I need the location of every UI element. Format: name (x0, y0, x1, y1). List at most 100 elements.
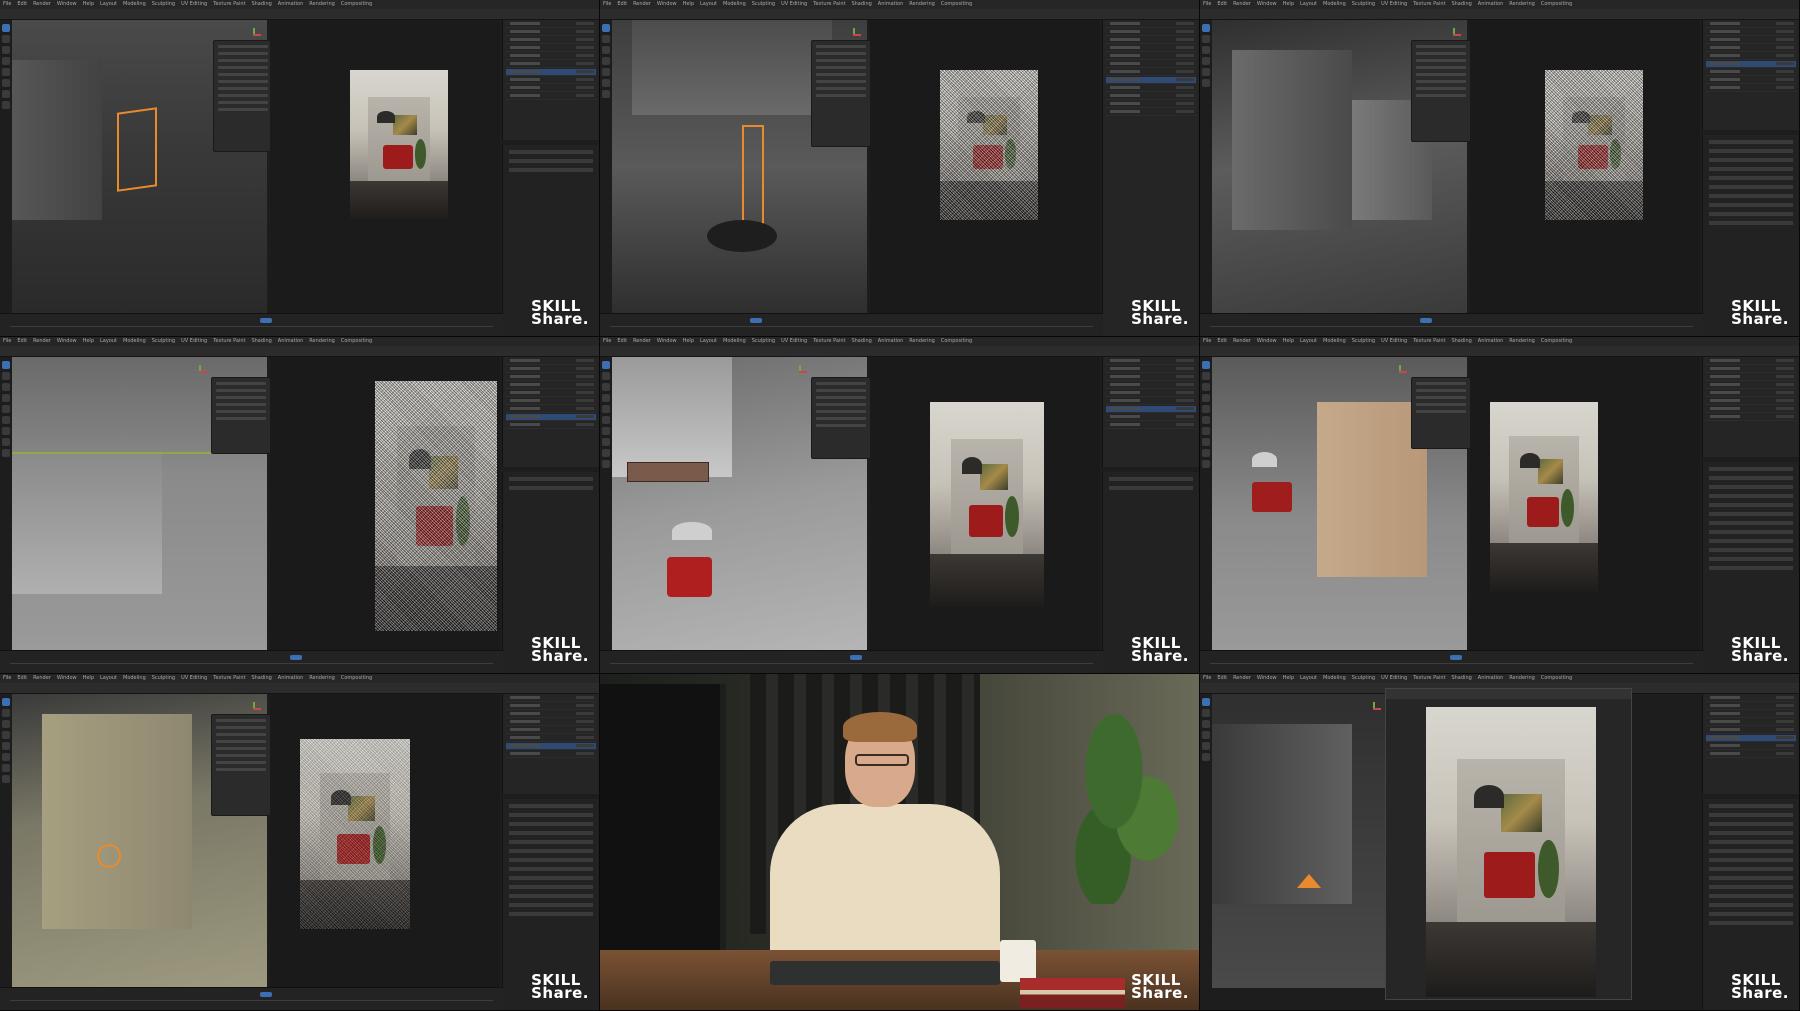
menu-item[interactable]: Edit (1217, 1, 1227, 7)
red-chair[interactable] (1252, 482, 1292, 512)
menu-item[interactable]: Compositing (341, 338, 372, 344)
menu-item[interactable]: Compositing (341, 1, 372, 7)
menu-item[interactable]: Rendering (309, 338, 335, 344)
3d-viewport[interactable] (1212, 20, 1471, 314)
menu-item[interactable]: Window (657, 1, 677, 7)
menu-item[interactable]: Modeling (723, 1, 746, 7)
menu-item[interactable]: Texture Paint (213, 675, 245, 681)
menu-item[interactable]: UV Editing (1381, 675, 1407, 681)
menu-item[interactable]: UV Editing (781, 338, 807, 344)
tool-shelf[interactable] (2, 24, 11, 244)
tool-shelf[interactable] (602, 361, 611, 581)
menu-item[interactable]: Render (33, 1, 51, 7)
menu-item[interactable]: Rendering (309, 1, 335, 7)
menu-item[interactable]: File (1203, 338, 1211, 344)
menu-item[interactable]: Sculpting (1352, 675, 1375, 681)
render-window[interactable] (1385, 688, 1632, 1000)
playhead[interactable] (1420, 318, 1432, 323)
outliner[interactable] (1102, 20, 1199, 336)
menu-item[interactable]: Window (1257, 675, 1277, 681)
menu-item[interactable]: Modeling (723, 338, 746, 344)
menu-item[interactable]: Help (1283, 675, 1294, 681)
menu-item[interactable]: File (3, 1, 11, 7)
menu-item[interactable]: Modeling (123, 675, 146, 681)
menu-item[interactable]: Rendering (909, 338, 935, 344)
menu-item[interactable]: Layout (100, 338, 117, 344)
menu-item[interactable]: Layout (700, 1, 717, 7)
camera-object-icon[interactable] (1297, 874, 1321, 888)
timeline[interactable] (0, 313, 503, 336)
playhead[interactable] (290, 655, 302, 660)
tool-shelf[interactable] (1202, 698, 1211, 918)
menu-item[interactable]: Layout (1300, 675, 1317, 681)
menu-item[interactable]: UV Editing (181, 675, 207, 681)
menu-item[interactable]: Edit (17, 1, 27, 7)
menu-item[interactable]: UV Editing (181, 338, 207, 344)
outliner[interactable] (1702, 20, 1799, 130)
menu-item[interactable]: Shading (1451, 675, 1471, 681)
tool-shelf[interactable] (2, 698, 11, 918)
outliner[interactable] (1102, 357, 1199, 467)
menu-item[interactable]: Window (57, 338, 77, 344)
menu-item[interactable]: Render (33, 675, 51, 681)
timeline[interactable] (600, 650, 1103, 673)
menu-item[interactable]: Compositing (941, 1, 972, 7)
timeline[interactable] (0, 987, 503, 1010)
menu-item[interactable]: Layout (700, 338, 717, 344)
menu-item[interactable]: Window (1257, 338, 1277, 344)
menu-item[interactable]: Modeling (1323, 675, 1346, 681)
menu-item[interactable]: Rendering (309, 675, 335, 681)
menu-item[interactable]: Animation (278, 338, 304, 344)
navigation-gizmo-icon[interactable] (793, 365, 807, 379)
menu-item[interactable]: Modeling (1323, 338, 1346, 344)
menu-item[interactable]: Shading (1451, 338, 1471, 344)
playhead[interactable] (1450, 655, 1462, 660)
menu-item[interactable]: Modeling (123, 338, 146, 344)
menu-item[interactable]: Compositing (341, 675, 372, 681)
menu-item[interactable]: Animation (878, 338, 904, 344)
menu-item[interactable]: Shading (1451, 1, 1471, 7)
menu-item[interactable]: Help (683, 1, 694, 7)
menu-item[interactable]: Shading (851, 338, 871, 344)
menu-item[interactable]: Shading (251, 1, 271, 7)
menu-item[interactable]: Rendering (1509, 338, 1535, 344)
menu-item[interactable]: Animation (278, 1, 304, 7)
menu-item[interactable]: Texture Paint (813, 338, 845, 344)
menu-item[interactable]: Texture Paint (1413, 338, 1445, 344)
menu-item[interactable]: Animation (878, 1, 904, 7)
timeline[interactable] (0, 650, 503, 673)
menu-item[interactable]: Sculpting (1352, 338, 1375, 344)
menu-item[interactable]: Shading (251, 675, 271, 681)
menu-item[interactable]: Texture Paint (1413, 675, 1445, 681)
red-chair[interactable] (667, 557, 712, 597)
menu-item[interactable]: UV Editing (1381, 338, 1407, 344)
menu-item[interactable]: Animation (1478, 1, 1504, 7)
menu-item[interactable]: Layout (1300, 1, 1317, 7)
menu-item[interactable]: Layout (100, 1, 117, 7)
menu-item[interactable]: Sculpting (752, 338, 775, 344)
menu-item[interactable]: Render (633, 1, 651, 7)
menu-item[interactable]: File (603, 1, 611, 7)
navigation-gizmo-icon[interactable] (1367, 702, 1381, 716)
menu-item[interactable]: Sculpting (152, 1, 175, 7)
menu-item[interactable]: Render (33, 338, 51, 344)
menu-item[interactable]: Edit (617, 1, 627, 7)
wall-object[interactable] (42, 714, 192, 929)
playhead[interactable] (850, 655, 862, 660)
navigation-gizmo-icon[interactable] (1393, 365, 1407, 379)
menu-item[interactable]: UV Editing (1381, 1, 1407, 7)
menu-item[interactable]: Help (1283, 338, 1294, 344)
menu-item[interactable]: Texture Paint (1413, 1, 1445, 7)
timeline[interactable] (600, 313, 1103, 336)
menu-item[interactable]: Compositing (941, 338, 972, 344)
3d-viewport[interactable] (12, 694, 271, 988)
menu-item[interactable]: Help (83, 675, 94, 681)
menu-item[interactable]: Help (83, 338, 94, 344)
menu-item[interactable]: Edit (17, 675, 27, 681)
n-panel[interactable] (811, 377, 871, 459)
menu-item[interactable]: Render (1233, 675, 1251, 681)
menu-item[interactable]: Rendering (1509, 675, 1535, 681)
menu-item[interactable]: Shading (251, 338, 271, 344)
menu-item[interactable]: Shading (851, 1, 871, 7)
n-panel[interactable] (811, 40, 871, 147)
